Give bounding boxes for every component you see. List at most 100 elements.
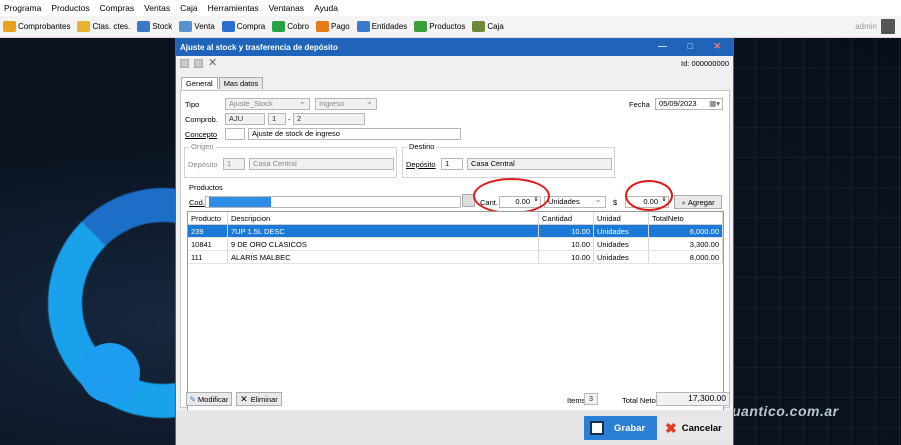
menu-ventas[interactable]: Ventas <box>144 3 170 13</box>
dialog-toolbar: ✕ Id: 000000000 <box>176 56 733 71</box>
pago-icon <box>316 21 330 32</box>
cell-total: 6,000.00 <box>649 225 723 237</box>
cancelar-button[interactable]: ✖ Cancelar <box>659 416 731 440</box>
modificar-button-2[interactable]: ✎ Modificar <box>186 392 232 406</box>
items-label: Items <box>567 396 586 405</box>
menu-caja[interactable]: Caja <box>180 3 197 13</box>
cell-descripcion: 9 DE ORO CLASICOS <box>228 238 539 250</box>
items-value: 3 <box>584 393 598 405</box>
save-icon[interactable] <box>194 59 203 68</box>
table-row[interactable]: 239 7UP 1.5L DESC 10.00 Unidades 6,000.0… <box>188 225 723 238</box>
cell-producto: 239 <box>188 225 228 237</box>
col-cantidad[interactable]: Cantidad <box>539 212 594 224</box>
toolbar-pago[interactable]: Pago <box>316 21 350 32</box>
origen-group: Origen Depósito 1 Casa Central <box>184 142 397 178</box>
general-panel: Tipo Ajuste_Stock Ingreso Fecha 05/09/20… <box>180 90 730 421</box>
brand-text: uantico.com.ar <box>732 403 839 419</box>
user-menu[interactable]: admin <box>855 19 895 34</box>
menu-programa[interactable]: Programa <box>4 3 41 13</box>
maximize-icon[interactable]: □ <box>688 41 693 51</box>
precio-label: $ <box>613 198 618 207</box>
cod-input[interactable] <box>205 196 461 208</box>
table-row[interactable]: 10841 9 DE ORO CLASICOS 10.00 Unidades 3… <box>188 238 723 251</box>
calendar-icon[interactable]: ▦▾ <box>709 99 720 109</box>
toolbar-venta[interactable]: Venta <box>179 21 215 32</box>
new-icon[interactable] <box>180 59 189 68</box>
grabar-button[interactable]: Grabar <box>584 416 657 440</box>
entities-icon <box>356 21 370 32</box>
close-icon[interactable]: ✕ <box>713 41 721 52</box>
destino-label: Destino <box>407 142 437 151</box>
menu-ventanas[interactable]: Ventanas <box>269 3 304 13</box>
col-descripcion[interactable]: Descripcion <box>228 212 539 224</box>
products-grid: Producto Descripcion Cantidad Unidad Tot… <box>187 211 724 421</box>
tab-mas-datos[interactable]: Mas datos <box>218 77 264 89</box>
origen-deposito-name: Casa Central <box>249 158 394 170</box>
toolbar-label: Venta <box>194 22 215 31</box>
toolbar-comprobantes[interactable]: Comprobantes <box>3 21 70 32</box>
destino-deposito-label: Depósito <box>406 160 436 169</box>
minimize-icon[interactable]: — <box>658 41 667 51</box>
documents-icon <box>3 21 16 32</box>
origen-deposito-label: Depósito <box>188 160 218 169</box>
concepto-code[interactable] <box>225 128 245 140</box>
toolbar-label: Entidades <box>371 22 408 31</box>
cell-cantidad: 10.00 <box>539 251 594 263</box>
toolbar-cobro[interactable]: Cobro <box>272 21 309 32</box>
cell-total: 8,000.00 <box>649 251 723 263</box>
col-unidad[interactable]: Unidad <box>594 212 649 224</box>
edit-icon: ✎ <box>189 394 196 404</box>
unidad-select[interactable]: Unidades <box>544 196 606 208</box>
cell-unidad: Unidades <box>594 225 649 237</box>
col-totalneto[interactable]: TotalNeto <box>649 212 723 224</box>
menu-herramientas[interactable]: Herramientas <box>208 3 259 13</box>
toolbar-compra[interactable]: Compra <box>221 21 265 32</box>
menu-compras[interactable]: Compras <box>100 3 134 13</box>
record-id: Id: 000000000 <box>681 59 729 68</box>
toolbar-label: Cobro <box>287 22 310 31</box>
dialog-footer: Grabar ✖ Cancelar <box>176 410 733 445</box>
toolbar-productos[interactable]: Productos <box>414 21 465 32</box>
dialog-titlebar: Ajuste al stock y trasferencia de depósi… <box>176 39 733 56</box>
delete-icon[interactable]: ✕ <box>208 58 217 69</box>
tipo-select[interactable]: Ajuste_Stock <box>225 98 310 110</box>
toolbar-ctas-ctes[interactable]: Ctas. ctes. <box>77 21 130 32</box>
agregar-label: Agregar <box>687 197 715 207</box>
grid-header: Producto Descripcion Cantidad Unidad Tot… <box>188 212 723 225</box>
toolbar-stock[interactable]: Stock <box>137 21 172 32</box>
cell-cantidad: 10.00 <box>539 225 594 237</box>
cashbox-icon <box>472 21 486 32</box>
comprob-b: 2 <box>293 113 365 125</box>
col-producto[interactable]: Producto <box>188 212 228 224</box>
cell-descripcion: 7UP 1.5L DESC <box>228 225 539 237</box>
toolbar-caja[interactable]: Caja <box>472 21 504 32</box>
menu-ayuda[interactable]: Ayuda <box>314 3 338 13</box>
add-icon: ● <box>681 197 686 207</box>
total-neto-value: 17,300.00 <box>656 392 730 406</box>
destino-deposito-num[interactable]: 1 <box>441 158 463 170</box>
table-row[interactable]: 111 ALARIS MALBEC 10.00 Unidades 8,000.0… <box>188 251 723 264</box>
comprob-type: AJU <box>225 113 265 125</box>
tab-general[interactable]: General <box>181 77 218 89</box>
agregar-button[interactable]: ● Agregar <box>674 195 722 209</box>
tipo2-select[interactable]: Ingreso <box>315 98 377 110</box>
folder-icon <box>77 21 91 32</box>
origen-deposito-num: 1 <box>223 158 245 170</box>
cell-unidad: Unidades <box>594 238 649 250</box>
eliminar-label: Eliminar <box>250 394 278 404</box>
cell-descripcion: ALARIS MALBEC <box>228 251 539 263</box>
toolbar-entidades[interactable]: Entidades <box>356 21 408 32</box>
destino-group: Destino Depósito 1 Casa Central <box>402 142 615 178</box>
fecha-input[interactable]: 05/09/2023 ▦▾ <box>655 98 723 110</box>
cod-label: Cod. <box>189 198 205 207</box>
stock-adjust-dialog: Ajuste al stock y trasferencia de depósi… <box>175 38 734 445</box>
concepto-label: Concepto <box>185 130 218 139</box>
concepto-input[interactable]: Ajuste de stock de ingreso <box>248 128 461 140</box>
logo-dot <box>80 343 140 403</box>
circuit-pattern <box>731 38 901 445</box>
fecha-value: 05/09/2023 <box>659 99 697 108</box>
grabar-label: Grabar <box>614 422 646 434</box>
eliminar-button[interactable]: ✕ Eliminar <box>236 392 282 406</box>
menu-productos[interactable]: Productos <box>51 3 89 13</box>
toolbar-label: Pago <box>331 22 350 31</box>
